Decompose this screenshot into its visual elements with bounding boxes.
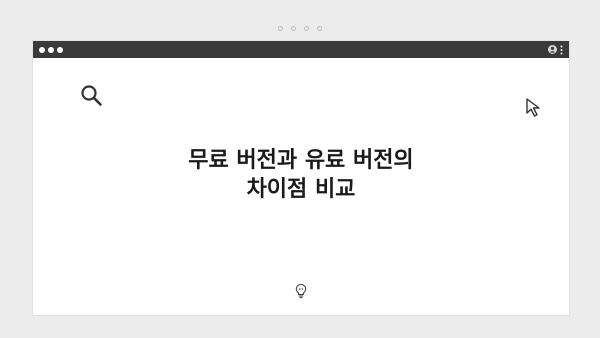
search-icon[interactable] bbox=[79, 83, 105, 113]
lightbulb-icon bbox=[294, 283, 308, 303]
minimize-dot[interactable] bbox=[48, 46, 54, 53]
browser-window: 무료 버전과 유료 버전의 차이점 비교 bbox=[33, 41, 569, 315]
window-content: 무료 버전과 유료 버전의 차이점 비교 bbox=[33, 58, 569, 315]
close-dot[interactable] bbox=[39, 46, 45, 53]
screen: 무료 버전과 유료 버전의 차이점 비교 bbox=[0, 0, 600, 338]
maximize-dot[interactable] bbox=[57, 46, 63, 53]
title-line-1: 무료 버전과 유료 버전의 bbox=[188, 148, 414, 173]
titlebar-actions bbox=[548, 45, 563, 55]
pager-dot[interactable] bbox=[291, 26, 296, 31]
user-icon[interactable] bbox=[548, 45, 557, 54]
page-title: 무료 버전과 유료 버전의 차이점 비교 bbox=[33, 146, 569, 204]
slide-pager bbox=[0, 26, 600, 31]
title-line-2: 차이점 비교 bbox=[246, 177, 356, 202]
window-controls bbox=[39, 46, 63, 53]
kebab-menu-icon[interactable] bbox=[560, 45, 563, 55]
window-titlebar bbox=[33, 41, 569, 58]
cursor-arrow-icon bbox=[524, 96, 546, 122]
pager-dot[interactable] bbox=[317, 26, 322, 31]
pager-dot[interactable] bbox=[304, 26, 309, 31]
pager-dot[interactable] bbox=[278, 26, 283, 31]
